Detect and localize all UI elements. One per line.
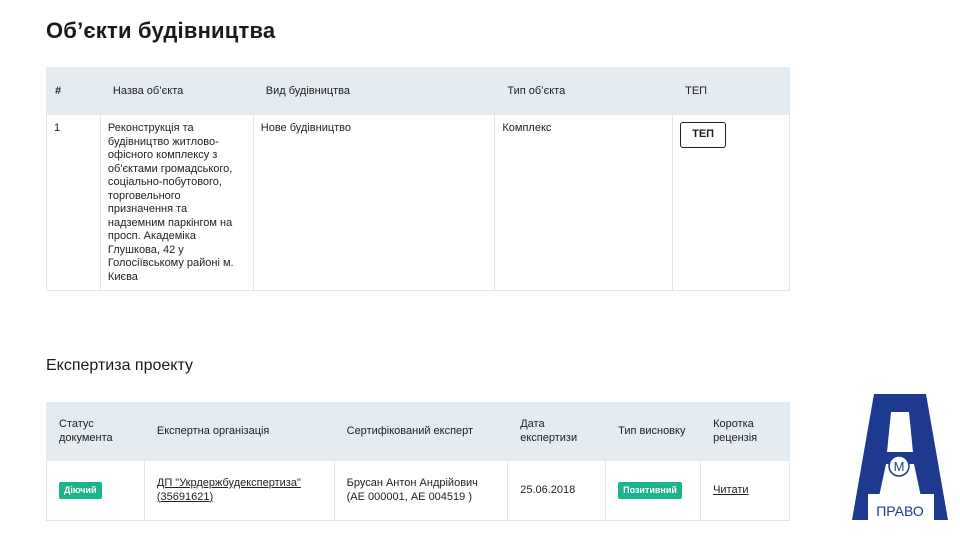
review-link[interactable]: Читати <box>713 484 748 496</box>
status-cell: Діючий <box>46 460 145 521</box>
column-header-number: # <box>46 67 101 115</box>
organization-link[interactable]: ДП "Укрдержбудекспертиза" (35691621) <box>157 477 301 503</box>
column-header-tep: ТЕП <box>672 67 790 115</box>
objects-table: # Назва об’єкта Вид будівництва Тип об’є… <box>46 67 790 291</box>
object-type: Комплекс <box>494 114 674 291</box>
page-title: Об’єкти будівництва <box>46 18 276 43</box>
table-row: Діючий ДП "Укрдержбудекспертиза" (356916… <box>46 460 790 521</box>
expertise-table: Статус документа Експертна організація С… <box>46 402 790 521</box>
pravo-logo: М ПРАВО <box>852 394 948 520</box>
row-number: 1 <box>46 114 101 291</box>
status-badge: Діючий <box>59 481 102 500</box>
expertise-header-row: Статус документа Експертна організація С… <box>46 402 790 461</box>
column-header-review: Коротка рецензія <box>700 402 790 461</box>
conclusion-cell: Позитивний <box>605 460 702 521</box>
review-cell: Читати <box>700 460 790 521</box>
object-name: Реконструкція та будівництво житлово-офі… <box>99 114 254 291</box>
table-row: 1 Реконструкція та будівництво житлово-о… <box>46 114 790 291</box>
expert-name: Брусан Антон Андрійович (АЕ 000001, АЕ 0… <box>333 460 509 521</box>
column-header-expert: Сертифікований експерт <box>333 402 509 461</box>
conclusion-badge: Позитивний <box>618 481 682 500</box>
column-header-status: Статус документа <box>46 402 145 461</box>
tep-cell: ТЕП <box>672 114 790 291</box>
column-header-organization: Експертна організація <box>143 402 335 461</box>
construction-type: Нове будівництво <box>252 114 496 291</box>
column-header-name: Назва об’єкта <box>99 67 254 115</box>
logo-a-counter <box>887 412 913 452</box>
organization-cell: ДП "Укрдержбудекспертиза" (35691621) <box>143 460 335 521</box>
objects-header-row: # Назва об’єкта Вид будівництва Тип об’є… <box>46 67 790 115</box>
section-title-expertise: Експертиза проекту <box>46 357 193 374</box>
column-header-date: Дата експертизи <box>507 402 607 461</box>
tep-button[interactable]: ТЕП <box>680 122 727 148</box>
logo-caption: ПРАВО <box>876 503 924 519</box>
logo-letter-mark: М <box>894 459 905 474</box>
column-header-construction-type: Вид будівництва <box>252 67 496 115</box>
column-header-object-type: Тип об’єкта <box>494 67 674 115</box>
expertise-date: 25.06.2018 <box>507 460 607 521</box>
column-header-conclusion-type: Тип висновку <box>605 402 702 461</box>
